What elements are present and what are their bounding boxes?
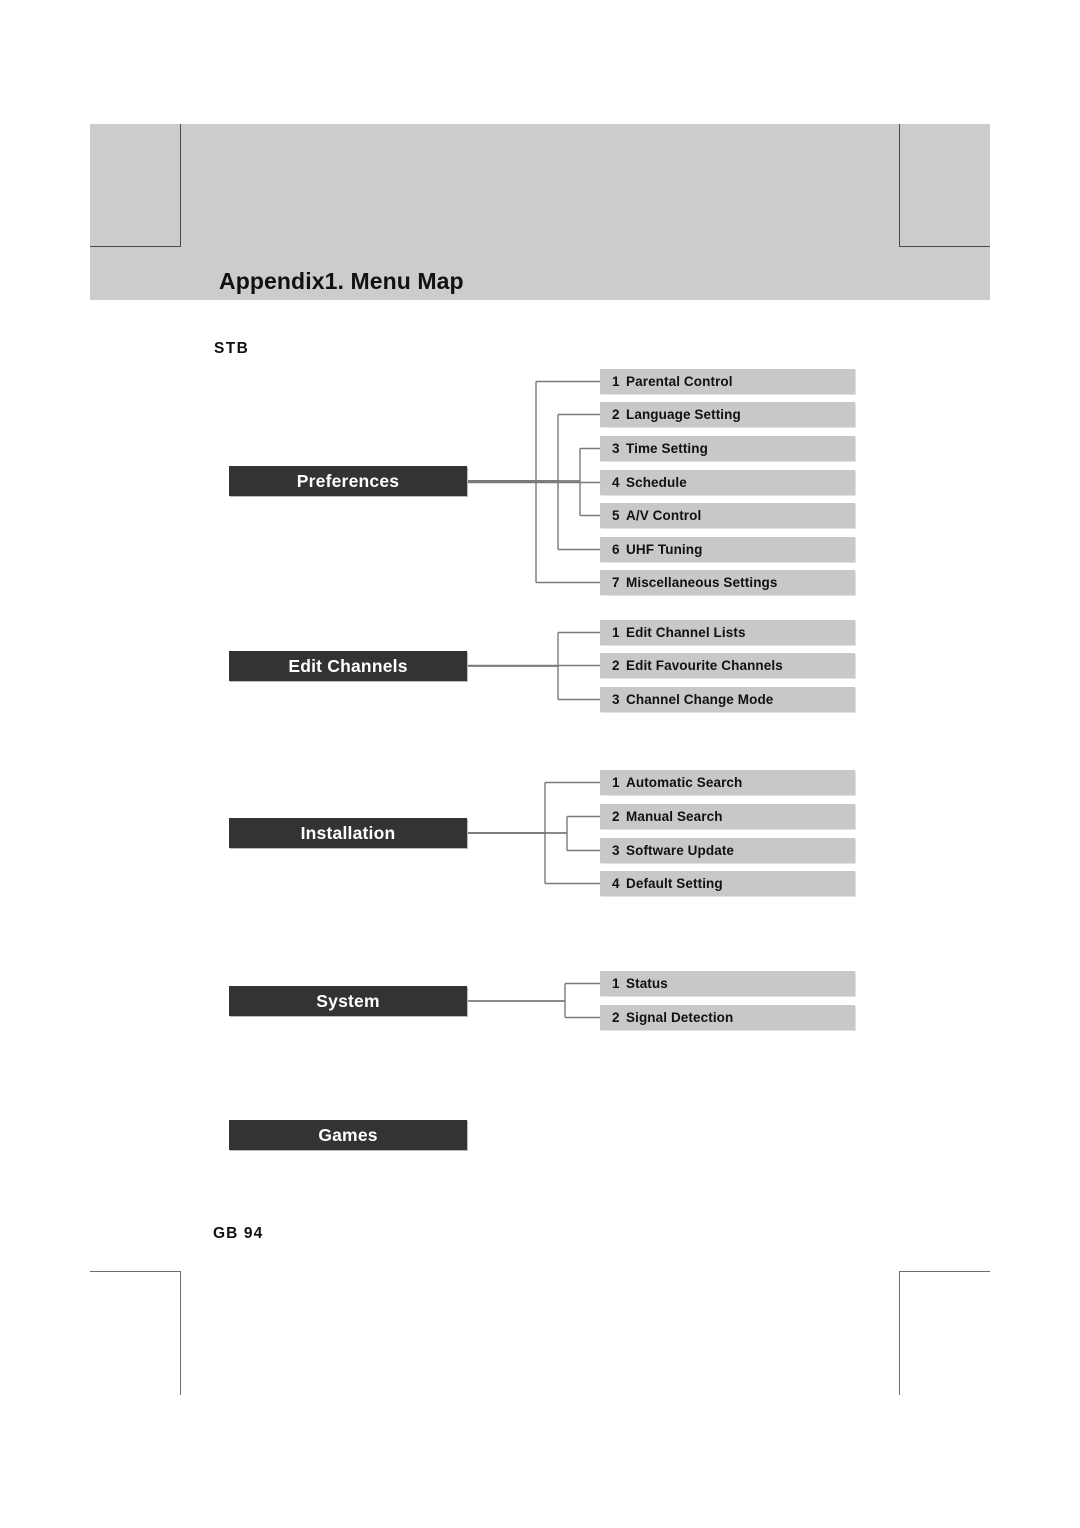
- menu-item-signal-detection[interactable]: 2 Signal Detection: [600, 1005, 855, 1030]
- menu-item-label: UHF Tuning: [626, 542, 703, 557]
- menu-item-number: 3: [612, 843, 620, 858]
- category-label: Games: [318, 1124, 378, 1145]
- menu-item-label: Language Setting: [626, 407, 741, 422]
- menu-item-number: 2: [612, 658, 620, 673]
- menu-item-number: 6: [612, 542, 620, 557]
- menu-item-label: Software Update: [626, 843, 735, 858]
- menu-item-parental-control[interactable]: 1 Parental Control: [600, 369, 855, 394]
- menu-item-edit-channel-lists[interactable]: 1 Edit Channel Lists: [600, 620, 855, 645]
- menu-item-label: A/V Control: [626, 508, 702, 523]
- menu-item-number: 1: [612, 775, 620, 790]
- menu-item-edit-favourite-channels[interactable]: 2 Edit Favourite Channels: [600, 653, 855, 678]
- menu-item-number: 3: [612, 441, 620, 456]
- category-block-edit-channels[interactable]: Edit Channels: [229, 651, 467, 681]
- menu-item-miscellaneous-settings[interactable]: 7 Miscellaneous Settings: [600, 570, 855, 595]
- menu-item-time-setting[interactable]: 3 Time Setting: [600, 436, 855, 461]
- menu-item-label: Miscellaneous Settings: [626, 575, 778, 590]
- menu-item-label: Edit Favourite Channels: [626, 658, 783, 673]
- menu-item-number: 4: [612, 876, 620, 891]
- category-label: Installation: [300, 822, 396, 843]
- menu-item-status[interactable]: 1 Status: [600, 971, 855, 996]
- menu-item-a-v-control[interactable]: 5 A/V Control: [600, 503, 855, 528]
- menu-item-label: Automatic Search: [626, 775, 743, 790]
- menu-item-label: Default Setting: [626, 876, 723, 891]
- menu-item-schedule[interactable]: 4 Schedule: [600, 470, 855, 495]
- menu-item-label: Edit Channel Lists: [626, 625, 746, 640]
- menu-item-channel-change-mode[interactable]: 3 Channel Change Mode: [600, 687, 855, 712]
- menu-item-uhf-tuning[interactable]: 6 UHF Tuning: [600, 537, 855, 562]
- category-label: Edit Channels: [288, 655, 408, 676]
- menu-item-number: 7: [612, 575, 620, 590]
- category-block-installation[interactable]: Installation: [229, 818, 467, 848]
- menu-item-label: Time Setting: [626, 441, 708, 456]
- menu-item-number: 1: [612, 374, 620, 389]
- menu-map-connectors: [467, 380, 600, 1019]
- menu-item-automatic-search[interactable]: 1 Automatic Search: [600, 770, 855, 795]
- menu-item-software-update[interactable]: 3 Software Update: [600, 838, 855, 863]
- category-label: Preferences: [296, 470, 400, 491]
- menu-item-manual-search[interactable]: 2 Manual Search: [600, 804, 855, 829]
- menu-item-language-setting[interactable]: 2 Language Setting: [600, 402, 855, 427]
- menu-item-number: 2: [612, 407, 620, 422]
- category-block-system[interactable]: System: [229, 986, 467, 1016]
- menu-item-default-setting[interactable]: 4 Default Setting: [600, 871, 855, 896]
- menu-item-label: Schedule: [626, 475, 687, 490]
- menu-item-number: 2: [612, 809, 620, 824]
- menu-item-number: 1: [612, 976, 620, 991]
- menu-item-label: Signal Detection: [626, 1010, 734, 1025]
- menu-item-number: 5: [612, 508, 620, 523]
- menu-item-number: 2: [612, 1010, 620, 1025]
- menu-item-label: Channel Change Mode: [626, 692, 774, 707]
- menu-item-label: Manual Search: [626, 809, 723, 824]
- menu-item-number: 3: [612, 692, 620, 707]
- menu-item-label: Status: [626, 976, 668, 991]
- menu-item-number: 1: [612, 625, 620, 640]
- menu-item-label: Parental Control: [626, 374, 733, 389]
- category-block-preferences[interactable]: Preferences: [229, 466, 467, 496]
- category-label: System: [316, 990, 380, 1011]
- category-block-games[interactable]: Games: [229, 1120, 467, 1150]
- menu-item-number: 4: [612, 475, 620, 490]
